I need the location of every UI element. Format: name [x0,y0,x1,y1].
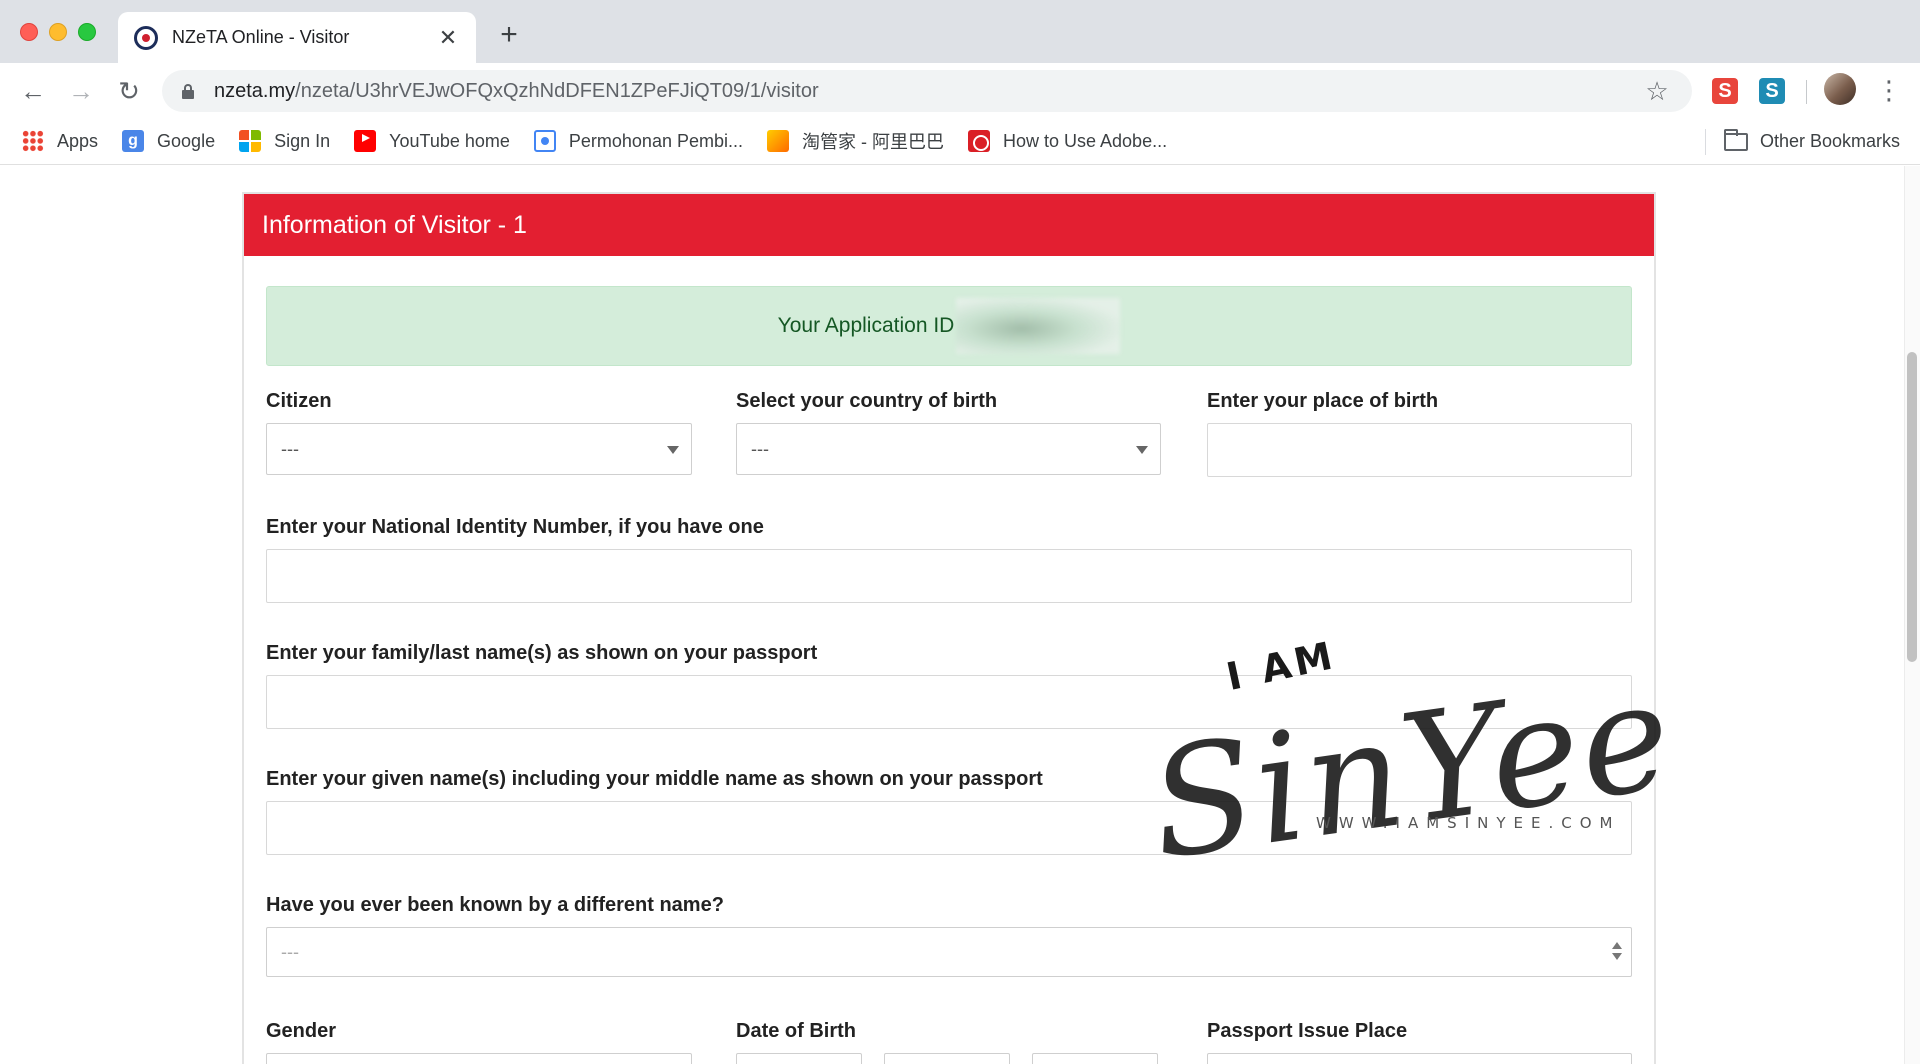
family-name-input[interactable] [266,675,1632,729]
family-name-label: Enter your family/last name(s) as shown … [266,642,818,664]
browser-toolbar: ← → ↻ nzeta.my/nzeta/U3hrVEJwOFQxQzhNdDF… [0,63,1920,118]
extension-s-teal-icon[interactable]: S [1759,78,1785,104]
redacted-application-id [956,298,1121,354]
bookmark-label: Apps [57,130,99,151]
dob-label: Date of Birth [736,1020,856,1042]
close-window-button[interactable] [20,23,38,41]
different-name-select[interactable]: --- [266,927,1632,977]
toolbar-divider [1806,80,1807,104]
taobao-icon [766,130,789,152]
different-name-label: Have you ever been known by a different … [266,894,724,916]
chevron-down-icon [1136,446,1148,454]
citizen-select[interactable]: --- [266,423,692,475]
browser-tab[interactable]: NZeTA Online - Visitor ✕ [118,12,476,63]
tab-title: NZeTA Online - Visitor [172,27,350,47]
url-text[interactable]: nzeta.my/nzeta/U3hrVEJwOFQxQzhNdDFEN1ZPe… [214,80,1642,103]
apps-grid-icon [22,130,44,152]
minimize-window-button[interactable] [49,23,67,41]
country-of-birth-select-value: --- [751,438,769,459]
bookmarks-bar: Apps g Google Sign In YouTube home Permo… [0,118,1920,165]
visitor-info-panel: Information of Visitor - 1 Your Applicat… [242,192,1656,1064]
lock-icon [182,84,194,99]
dob-day-select[interactable] [736,1053,862,1064]
bookmark-label: YouTube home [389,130,510,151]
bookmark-google[interactable]: g Google [122,130,215,152]
bookmark-taobao[interactable]: 淘管家 - 阿里巴巴 [766,128,944,154]
bookmark-sign-in[interactable]: Sign In [239,130,330,152]
gender-label: Gender [266,1020,337,1042]
browser-menu-icon[interactable]: ⋮ [1876,75,1902,105]
adobe-icon [967,130,990,152]
page-scrollbar[interactable] [1904,166,1920,1064]
browser-titlebar: NZeTA Online - Visitor ✕ + [0,0,1920,63]
forward-arrow-icon[interactable]: → [66,76,96,106]
place-of-birth-input[interactable] [1207,423,1632,477]
place-of-birth-label: Enter your place of birth [1207,390,1439,412]
national-id-input[interactable] [266,549,1632,603]
other-bookmarks-label: Other Bookmarks [1759,131,1900,151]
other-bookmarks[interactable]: Other Bookmarks [1704,118,1900,165]
maximize-window-button[interactable] [78,23,96,41]
different-name-select-value: --- [281,941,299,962]
country-of-birth-label: Select your country of birth [736,390,998,412]
scrollbar-thumb[interactable] [1907,352,1917,662]
citizen-label: Citizen [266,390,332,412]
circle-icon [533,130,556,152]
bookmark-label: How to Use Adobe... [1002,130,1168,151]
country-of-birth-select[interactable]: --- [736,423,1161,475]
tab-close-icon[interactable]: ✕ [436,25,460,51]
bookmark-apps[interactable]: Apps [22,130,98,152]
application-id-text: Your Application ID [777,314,955,337]
application-id-alert: Your Application ID [266,286,1632,366]
bookmark-permohonan[interactable]: Permohonan Pembi... [533,130,743,152]
extension-s-red-icon[interactable]: S [1712,78,1738,104]
address-bar[interactable]: nzeta.my/nzeta/U3hrVEJwOFQxQzhNdDFEN1ZPe… [162,70,1692,112]
bookmark-label: Sign In [274,130,331,151]
passport-issue-place-input[interactable] [1207,1053,1632,1064]
youtube-icon [354,130,377,152]
google-icon: g [122,130,145,152]
bookmark-label: Permohonan Pembi... [568,130,743,151]
bookmark-youtube[interactable]: YouTube home [354,130,510,152]
passport-issue-place-label: Passport Issue Place [1207,1020,1408,1042]
chevron-down-icon [667,446,679,454]
panel-title: Information of Visitor - 1 [244,194,1654,256]
bookmark-label: Google [157,130,216,151]
given-name-label: Enter your given name(s) including your … [266,768,1043,790]
bookmark-adobe[interactable]: How to Use Adobe... [967,130,1168,152]
back-arrow-icon[interactable]: ← [18,76,48,106]
new-tab-button[interactable]: + [494,20,524,50]
bookmarks-divider [1704,128,1706,155]
nzeta-favicon-icon [134,25,158,50]
national-id-label: Enter your National Identity Number, if … [266,516,764,538]
given-name-input[interactable] [266,801,1632,855]
citizen-select-value: --- [281,438,299,459]
dob-month-select[interactable] [884,1053,1010,1064]
folder-icon [1723,128,1748,151]
page-viewport: Information of Visitor - 1 Your Applicat… [0,166,1920,1064]
gender-select[interactable] [266,1053,692,1064]
reload-icon[interactable]: ↻ [114,76,144,106]
bookmark-label: 淘管家 - 阿里巴巴 [801,132,944,152]
bookmark-star-icon[interactable]: ☆ [1642,76,1672,107]
microsoft-icon [239,130,262,152]
profile-avatar[interactable] [1824,73,1856,105]
select-stepper-icon [1611,942,1623,964]
dob-year-select[interactable] [1032,1053,1158,1064]
